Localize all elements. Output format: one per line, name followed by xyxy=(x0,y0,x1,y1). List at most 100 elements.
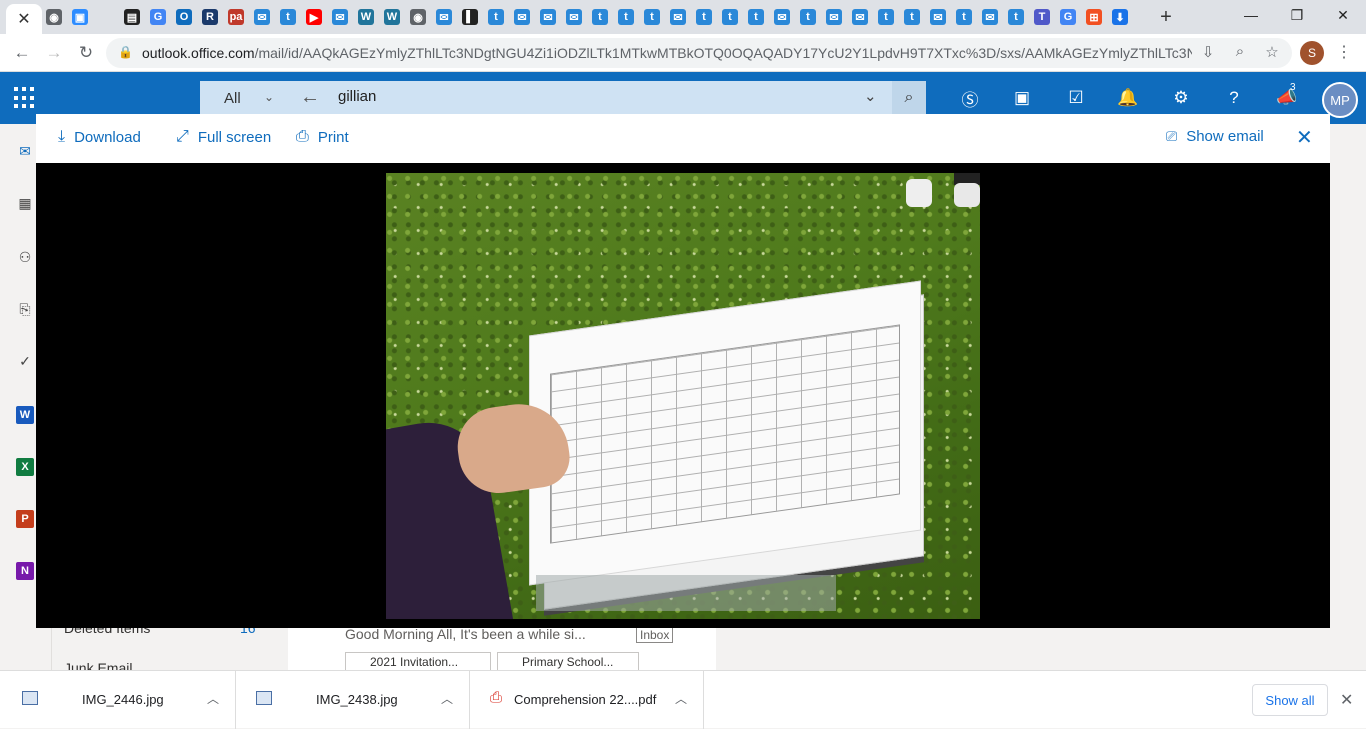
search-icon[interactable]: ⌕ xyxy=(892,81,926,115)
message-preview[interactable]: Good Morning All, It's been a while si..… xyxy=(345,626,586,642)
chevron-up-icon[interactable]: ︿ xyxy=(441,690,453,707)
excel-icon[interactable]: X xyxy=(16,458,34,476)
restore-button[interactable]: ❐ xyxy=(1274,0,1320,30)
tab-teams-icon[interactable]: T xyxy=(1030,5,1054,29)
tab-globe-icon[interactable]: ◉ xyxy=(406,5,430,29)
blurred-strip-in-photo xyxy=(536,575,836,611)
tab-mail-icon[interactable]: ✉ xyxy=(510,5,534,29)
window-close-button[interactable]: ✕ xyxy=(1320,0,1366,30)
chevron-down-icon[interactable]: ⌄ xyxy=(264,90,274,104)
calendar-icon[interactable]: ▦ xyxy=(14,192,36,214)
tab-pa-icon[interactable]: pa xyxy=(224,5,248,29)
tab-globe-icon[interactable]: ◉ xyxy=(42,5,66,29)
minimize-button[interactable]: — xyxy=(1228,0,1274,30)
tab-book-icon[interactable]: ▌ xyxy=(458,5,482,29)
todo-check-icon[interactable]: ✓ xyxy=(14,350,36,372)
tab-mail-icon[interactable]: ✉ xyxy=(978,5,1002,29)
chevron-up-icon[interactable]: ︿ xyxy=(207,690,219,707)
search-scope-dropdown[interactable]: All xyxy=(200,81,288,115)
tab-download-tab-icon[interactable]: ⬇ xyxy=(1108,5,1132,29)
word-icon[interactable]: W xyxy=(16,406,34,424)
powerpoint-icon[interactable]: P xyxy=(16,510,34,528)
zoom-icon[interactable]: ⌕ xyxy=(1230,43,1250,60)
skype-icon[interactable]: Ⓢ xyxy=(957,85,983,111)
back-icon[interactable]: ← xyxy=(8,39,36,67)
tab-t-icon[interactable]: t xyxy=(484,5,508,29)
gear-icon[interactable]: ⚙ xyxy=(1168,85,1194,111)
tab-wordpress-icon[interactable]: W xyxy=(380,5,404,29)
close-icon[interactable]: ✕ xyxy=(1340,690,1353,710)
forward-icon[interactable]: → xyxy=(40,39,68,67)
help-icon[interactable]: ? xyxy=(1221,85,1247,111)
tab-mail-icon[interactable]: ✉ xyxy=(562,5,586,29)
image-file-icon xyxy=(256,691,272,705)
tab-t-icon[interactable]: t xyxy=(874,5,898,29)
tab-mail-icon[interactable]: ✉ xyxy=(822,5,846,29)
bookmark-star-icon[interactable]: ☆ xyxy=(1262,43,1282,61)
tab-t-icon[interactable]: t xyxy=(614,5,638,29)
search-box[interactable]: All ⌄ ← gillian ⌄ ⌕ xyxy=(200,81,926,115)
tab-t-icon[interactable]: t xyxy=(900,5,924,29)
download-item[interactable]: IMG_2446.jpg ︿ xyxy=(2,671,236,729)
install-icon[interactable]: ⇩ xyxy=(1198,43,1218,61)
tab-google-icon[interactable]: G xyxy=(146,5,170,29)
close-icon[interactable]: ✕ xyxy=(1296,125,1313,150)
tab-outlook-icon[interactable]: O xyxy=(172,5,196,29)
profile-avatar[interactable]: S xyxy=(1300,41,1324,65)
tab-youtube-icon[interactable]: ▶ xyxy=(302,5,326,29)
todo-icon[interactable]: ☑ xyxy=(1063,85,1089,111)
fullscreen-button[interactable]: ⤢ Full screen xyxy=(176,128,271,146)
paperclip-icon[interactable]: ⎘ xyxy=(14,298,36,320)
tab-microsoft-icon[interactable]: ⊞ xyxy=(1082,5,1106,29)
url-text[interactable]: outlook.office.com/mail/id/AAQkAGEzYmlyZ… xyxy=(142,45,1192,61)
tab-t-icon[interactable]: t xyxy=(276,5,300,29)
megaphone-icon[interactable]: 📣 xyxy=(1274,85,1300,111)
tab-t-icon[interactable]: t xyxy=(718,5,742,29)
attachment-chip[interactable]: Primary School... xyxy=(497,652,639,672)
chevron-up-icon[interactable]: ︿ xyxy=(675,690,687,707)
search-options-chevron-icon[interactable]: ⌄ xyxy=(864,87,877,105)
tab-t-icon[interactable]: t xyxy=(952,5,976,29)
print-button[interactable]: ⎙ Print xyxy=(296,128,349,146)
tab-mail-icon[interactable]: ✉ xyxy=(432,5,456,29)
search-input[interactable]: gillian xyxy=(338,88,376,105)
tab-mail-icon[interactable]: ✉ xyxy=(926,5,950,29)
tab-r-icon[interactable]: R xyxy=(198,5,222,29)
active-tab-close-icon[interactable]: ✕ xyxy=(6,4,42,34)
app-launcher-icon[interactable] xyxy=(14,87,36,109)
new-tab-button[interactable]: + xyxy=(1154,5,1178,29)
tab-mail-icon[interactable]: ✉ xyxy=(250,5,274,29)
tab-t-icon[interactable]: t xyxy=(796,5,820,29)
bell-icon[interactable]: 🔔 xyxy=(1115,85,1141,111)
tab-t-icon[interactable]: t xyxy=(692,5,716,29)
reload-icon[interactable]: ↻ xyxy=(72,39,100,67)
download-item[interactable]: ⎙ Comprehension 22....pdf ︿ xyxy=(470,671,704,729)
tab-blank-tab-icon[interactable] xyxy=(94,5,118,29)
show-email-button[interactable]: ⎚ Show email xyxy=(1166,128,1264,145)
download-item[interactable]: IMG_2438.jpg ︿ xyxy=(236,671,470,729)
onenote-icon[interactable]: N xyxy=(16,562,34,580)
tab-t-icon[interactable]: t xyxy=(640,5,664,29)
tab-t-icon[interactable]: t xyxy=(744,5,768,29)
teams-icon[interactable]: ▣ xyxy=(1009,85,1035,111)
tab-mail-icon[interactable]: ✉ xyxy=(536,5,560,29)
address-bar[interactable]: 🔒 outlook.office.com/mail/id/AAQkAGEzYml… xyxy=(106,38,1292,68)
tab-mail-icon[interactable]: ✉ xyxy=(328,5,352,29)
download-button[interactable]: ⤓ Download xyxy=(58,128,141,146)
attachment-chip[interactable]: 2021 Invitation... xyxy=(345,652,491,672)
tab-t-icon[interactable]: t xyxy=(1004,5,1028,29)
tab-zoom-icon[interactable]: ▣ xyxy=(68,5,92,29)
tab-mail-icon[interactable]: ✉ xyxy=(666,5,690,29)
tab-mail-icon[interactable]: ✉ xyxy=(848,5,872,29)
tab-wordpress-icon[interactable]: W xyxy=(354,5,378,29)
show-all-button[interactable]: Show all xyxy=(1252,684,1328,716)
search-back-icon[interactable]: ← xyxy=(300,86,320,109)
tab-t-icon[interactable]: t xyxy=(588,5,612,29)
tab-bbc-icon[interactable]: ▤ xyxy=(120,5,144,29)
kebab-menu-icon[interactable]: ⋮ xyxy=(1336,42,1352,62)
tab-mail-icon[interactable]: ✉ xyxy=(770,5,794,29)
people-icon[interactable]: ⚇ xyxy=(14,246,36,268)
tab-google-icon[interactable]: G xyxy=(1056,5,1080,29)
avatar[interactable]: MP xyxy=(1322,82,1358,118)
mail-icon[interactable]: ✉ xyxy=(14,140,36,162)
